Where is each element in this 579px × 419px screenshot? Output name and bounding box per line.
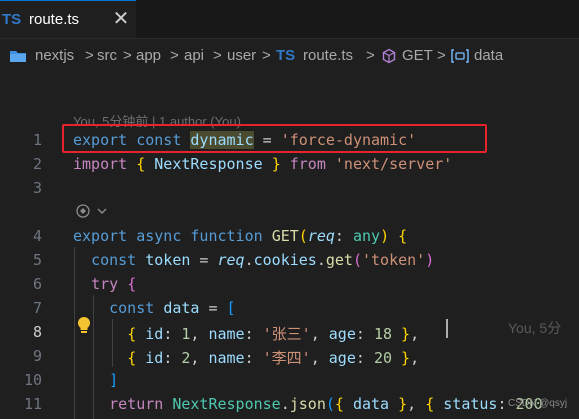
breadcrumb-item-api[interactable]: api [184,47,204,64]
line-number: 9 [32,347,42,365]
code-line-8[interactable]: { id: 1, name: '张三', age: 18 }, [73,323,419,344]
breadcrumb-item-app[interactable]: app [136,47,161,64]
tab-route-ts[interactable]: TS route.ts ✕ [0,0,136,38]
breadcrumb-item-data[interactable]: data [474,47,503,64]
breadcrumb-item-src[interactable]: src [97,47,117,64]
breadcrumb-separator-icon: > [262,47,271,64]
breadcrumb-separator-icon: > [366,47,375,64]
line-number: 2 [32,155,42,173]
code-line-4[interactable]: export async function GET(req: any) { [73,227,407,245]
breadcrumb-item-get[interactable]: GET [402,47,433,64]
line-number: 10 [23,371,42,389]
highlight-annotation-box [62,124,487,153]
breadcrumb-item-nextjs[interactable]: nextjs [35,47,74,64]
line-number: 1 [32,131,42,149]
breadcrumb-item-route-ts[interactable]: route.ts [303,47,353,64]
line-number-active: 8 [32,323,42,341]
breadcrumb-separator-icon: > [213,47,222,64]
tab-label: route.ts [29,11,80,28]
breadcrumb: nextjs > src > app > api > user > TS rou… [0,39,579,73]
close-icon[interactable]: ✕ [111,9,131,29]
line-number: 5 [32,251,42,269]
line-number: 6 [32,275,42,293]
code-line-7[interactable]: const data = [ [73,299,235,317]
code-line-11[interactable]: return NextResponse.json({ data }, { sta… [73,395,543,413]
breadcrumb-separator-icon: > [437,47,446,64]
inline-blame: You, 5分 [508,320,562,336]
editor-tab-bar: TS route.ts ✕ [0,0,579,39]
text-cursor [446,319,448,338]
breadcrumb-separator-icon: > [85,47,94,64]
watermark: CSDN @qsyj [508,398,568,409]
line-number: 11 [23,395,42,413]
codelens-icon[interactable] [75,202,115,220]
variable-icon [451,49,469,63]
breadcrumb-separator-icon: > [123,47,132,64]
code-line-10[interactable]: ] [73,371,118,389]
line-number: 4 [32,227,42,245]
typescript-file-icon: TS [2,11,22,28]
typescript-file-icon: TS [276,47,296,64]
line-number: 3 [32,179,42,197]
breadcrumb-item-user[interactable]: user [227,47,256,64]
code-line-6[interactable]: try { [73,275,136,293]
code-line-5[interactable]: const token = req.cookies.get('token') [73,251,434,269]
breadcrumb-separator-icon: > [170,47,179,64]
line-number: 7 [32,299,42,317]
folder-icon [10,51,26,62]
code-line-9[interactable]: { id: 2, name: '李四', age: 20 }, [73,347,419,368]
method-icon [382,48,396,64]
code-line-2[interactable]: import { NextResponse } from 'next/serve… [73,155,452,173]
